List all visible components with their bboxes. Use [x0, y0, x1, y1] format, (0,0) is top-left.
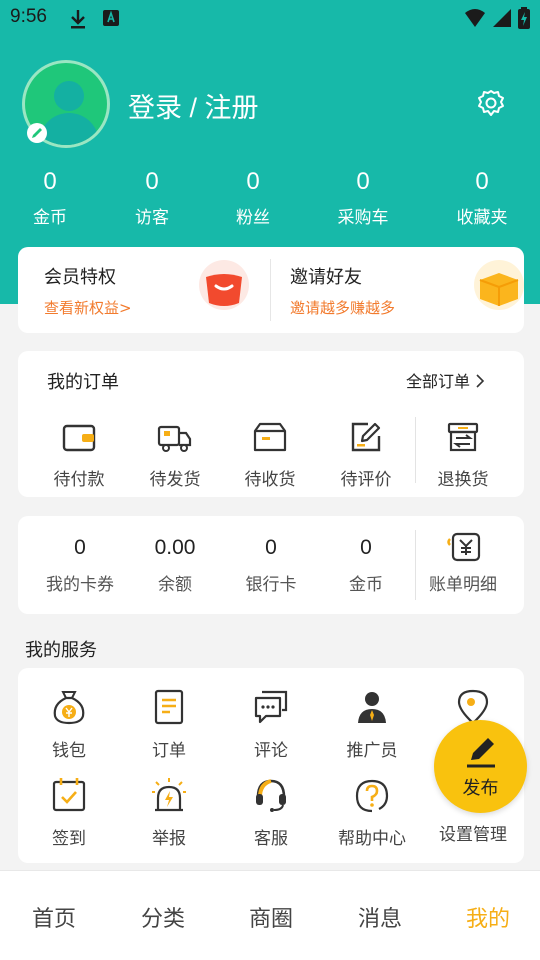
chevron-right-icon	[476, 374, 485, 388]
tab-messages[interactable]: 消息	[330, 901, 430, 933]
calendar-check-icon	[52, 778, 86, 812]
box-icon	[253, 422, 287, 452]
headset-icon	[256, 779, 286, 812]
service-comments[interactable]: 评论	[221, 688, 321, 761]
invite-title: 邀请好友	[290, 267, 362, 288]
wallet-bank-card[interactable]: 0 银行卡	[221, 536, 321, 595]
edit-avatar-icon[interactable]	[27, 123, 47, 143]
service-help-center[interactable]: 帮助中心	[322, 776, 422, 849]
money-bag-icon	[53, 691, 85, 725]
service-report[interactable]: 举报	[119, 776, 219, 849]
signal-icon	[493, 9, 511, 27]
member-card: 会员特权 查看新权益> 邀请好友 邀请越多赚越多	[18, 247, 524, 333]
bill-icon	[447, 532, 481, 562]
service-customer-support[interactable]: 客服	[221, 776, 321, 849]
edit-icon	[351, 422, 381, 452]
tab-mine[interactable]: 我的	[438, 901, 538, 933]
bottom-tab-bar: 首页 分类 商圈 消息 我的	[0, 870, 540, 960]
orders-card: 我的订单 全部订单 待付款 待发货 待收货 待评价 退换货	[18, 351, 524, 497]
battery-icon	[518, 7, 530, 29]
tab-category[interactable]: 分类	[113, 901, 213, 933]
stat-purchase-cart[interactable]: 0 采购车	[318, 165, 408, 228]
return-icon	[447, 422, 479, 452]
vip-privileges[interactable]: 会员特权 查看新权益>	[18, 247, 270, 333]
alarm-icon	[152, 778, 186, 812]
status-time: 9:56	[10, 6, 47, 27]
stat-visitors[interactable]: 0 访客	[107, 165, 197, 228]
wallet-coins[interactable]: 0 金币	[316, 536, 416, 595]
vip-title: 会员特权	[44, 267, 116, 288]
document-icon	[154, 689, 184, 725]
comment-icon	[254, 690, 288, 724]
bill-details[interactable]: 账单明细	[413, 532, 513, 595]
vip-subtitle: 查看新权益>	[44, 299, 132, 317]
services-title: 我的服务	[25, 640, 97, 661]
order-pending-receipt[interactable]: 待收货	[225, 419, 315, 490]
wallet-coupons[interactable]: 0 我的卡券	[30, 536, 130, 595]
service-orders[interactable]: 订单	[119, 688, 219, 761]
download-icon	[71, 10, 85, 29]
wallet-balance[interactable]: 0.00 余额	[125, 536, 225, 595]
settings-gear-icon[interactable]	[476, 88, 506, 118]
service-wallet[interactable]: 钱包	[19, 688, 119, 761]
service-promoter[interactable]: 推广员	[322, 688, 422, 761]
invite-subtitle: 邀请越多赚越多	[290, 299, 396, 317]
status-bar: 9:56	[0, 0, 540, 36]
order-pending-payment[interactable]: 待付款	[34, 419, 124, 490]
stat-coins[interactable]: 0 金币	[5, 165, 95, 228]
tab-business-circle[interactable]: 商圈	[221, 901, 321, 933]
login-register-link[interactable]: 登录 / 注册	[128, 86, 259, 125]
stat-fans[interactable]: 0 粉丝	[208, 165, 298, 228]
vip-bag-icon	[199, 260, 249, 310]
person-icon	[358, 692, 386, 723]
help-icon	[355, 779, 389, 813]
gift-box-icon	[474, 260, 524, 310]
wallet-card: 0 我的卡券 0.00 余额 0 银行卡 0 金币 账单明细	[18, 516, 524, 614]
all-orders-link[interactable]: 全部订单	[406, 368, 485, 392]
order-pending-shipment[interactable]: 待发货	[130, 419, 220, 490]
stat-favorites[interactable]: 0 收藏夹	[437, 165, 527, 228]
invite-friends[interactable]: 邀请好友 邀请越多赚越多	[271, 247, 524, 333]
service-checkin[interactable]: 签到	[19, 776, 119, 849]
order-pending-review[interactable]: 待评价	[321, 419, 411, 490]
tab-home[interactable]: 首页	[4, 901, 104, 933]
pen-icon	[467, 738, 495, 768]
stats-row: 0 金币 0 访客 0 粉丝 0 采购车 0 收藏夹	[0, 165, 540, 235]
wallet-icon	[62, 424, 96, 452]
wifi-icon	[465, 9, 485, 27]
publish-button[interactable]: 发布	[434, 720, 527, 813]
app-notification-icon	[103, 10, 119, 26]
orders-title: 我的订单	[47, 372, 119, 393]
order-returns[interactable]: 退换货	[418, 419, 508, 490]
truck-icon	[157, 425, 192, 452]
